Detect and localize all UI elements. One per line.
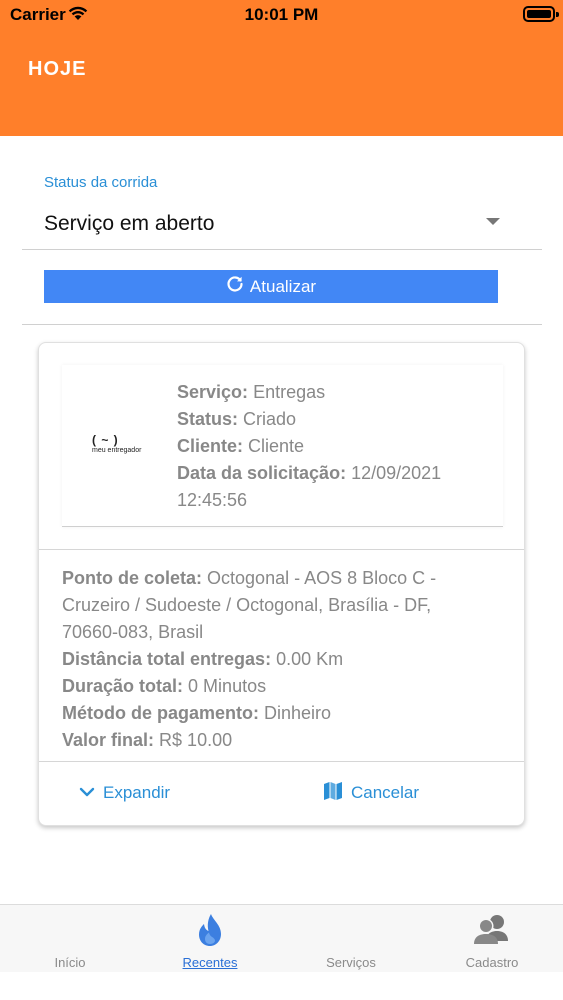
tab-servicos[interactable]: Serviços	[281, 905, 421, 975]
logo-text: meu entregador	[92, 447, 142, 454]
page-title: HOJE	[28, 58, 87, 80]
card-divider	[39, 549, 524, 550]
tab-label: Serviços	[326, 955, 376, 970]
final-price-row: Valor final: R$ 10.00	[62, 730, 233, 750]
clock-time: 10:01 PM	[244, 5, 319, 24]
client-row: Cliente: Cliente	[177, 436, 305, 456]
cancel-button[interactable]: Cancelar	[323, 781, 419, 805]
duration-row: Duração total: 0 Minutos	[62, 676, 267, 696]
refresh-icon	[226, 275, 244, 298]
payment-row: Método de pagamento: Dinheiro	[62, 703, 332, 723]
flame-icon	[196, 913, 224, 952]
map-icon	[323, 781, 343, 806]
tab-cadastro[interactable]: Cadastro	[422, 905, 562, 975]
logo-mark-icon: ( ~ )	[92, 433, 119, 447]
card-divider	[39, 761, 524, 762]
service-row: Serviço: Entregas	[177, 382, 326, 402]
ride-details: Ponto de coleta: Octogonal - AOS 8 Bloco…	[62, 565, 492, 754]
refresh-button[interactable]: Atualizar	[44, 270, 498, 303]
ride-card: ( ~ ) meu entregador Serviço: Entregas S…	[38, 342, 525, 826]
distance-row: Distância total entregas: 0.00 Km	[62, 649, 344, 669]
status-bar: Carrier 10:01 PM	[0, 0, 563, 30]
tab-label: Cadastro	[465, 955, 519, 970]
expand-button[interactable]: Expandir	[79, 781, 170, 805]
users-icon	[473, 913, 511, 950]
ride-summary: Serviço: Entregas Status: Criado Cliente…	[177, 379, 497, 514]
ride-card-header: ( ~ ) meu entregador Serviço: Entregas S…	[62, 365, 503, 527]
divider	[22, 324, 542, 325]
home-indicator-area	[0, 972, 563, 1000]
request-date-row: Data da solicitação: 12/09/2021 12:45:56	[177, 463, 442, 510]
tab-inicio[interactable]: Início	[0, 905, 140, 975]
chevron-down-icon	[79, 783, 95, 803]
cancel-label: Cancelar	[351, 783, 420, 802]
expand-label: Expandir	[103, 783, 171, 802]
status-row: Status: Criado	[177, 409, 297, 429]
tab-label: Início	[54, 955, 86, 970]
tab-recentes[interactable]: Recentes	[140, 905, 280, 975]
caret-down-icon	[486, 218, 500, 225]
status-dropdown-value: Serviço em aberto	[44, 212, 215, 235]
tab-label: Recentes	[182, 955, 238, 970]
filter-label: Status da corrida	[44, 174, 158, 191]
battery-icon	[523, 6, 559, 22]
pickup-row: Ponto de coleta: Octogonal - AOS 8 Bloco…	[62, 568, 437, 642]
status-dropdown[interactable]: Serviço em aberto	[22, 200, 542, 250]
refresh-button-label: Atualizar	[249, 276, 317, 296]
company-logo: ( ~ ) meu entregador	[90, 433, 142, 469]
